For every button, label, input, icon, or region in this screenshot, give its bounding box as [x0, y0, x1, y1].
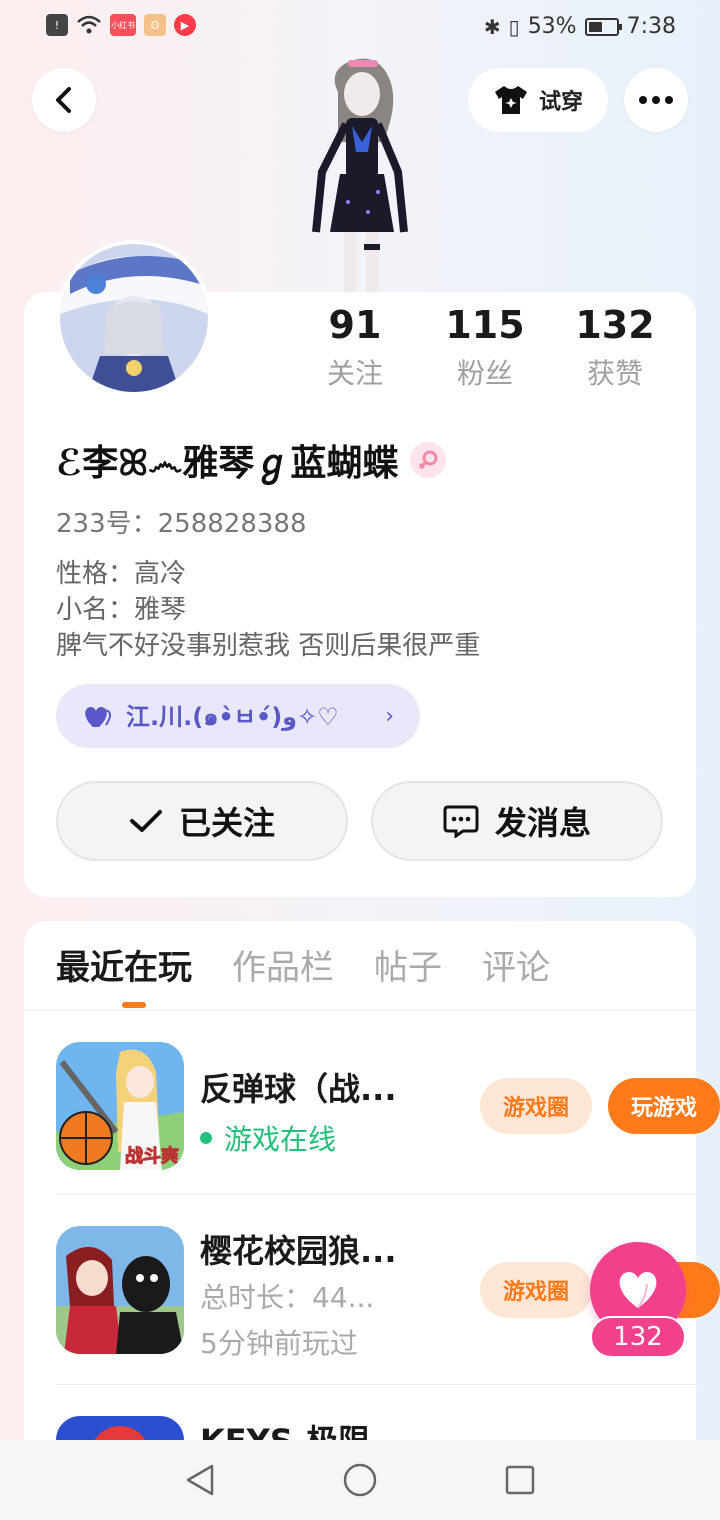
play-duration: 总时长：44... — [200, 1281, 375, 1314]
app-badge-icon: 小红书 — [110, 14, 136, 36]
check-icon — [129, 810, 162, 832]
followed-label: 已关注 — [178, 804, 275, 842]
like-count: 132 — [590, 1316, 686, 1358]
square-recents-icon — [505, 1465, 535, 1495]
tab-works[interactable]: 作品栏 — [232, 940, 334, 1000]
game-item[interactable]: 战斗爽 反弹球（战... 游戏在线 游戏圈 玩游戏 — [56, 1042, 720, 1172]
game-circle-button[interactable]: 游戏圈 — [480, 1262, 592, 1318]
video-icon: ▶ — [174, 14, 196, 36]
bio-line: 脾气不好没事别惹我 否则后果很严重 — [56, 631, 481, 661]
game-icon-caption: 战斗爽 — [125, 1146, 179, 1167]
stat-label: 粉丝 — [456, 357, 513, 390]
stat-value: 132 — [575, 303, 655, 347]
play-game-button[interactable]: 玩游戏 — [608, 1078, 720, 1134]
triangle-back-icon — [186, 1464, 214, 1496]
avatar-image — [60, 244, 208, 392]
nav-back-button[interactable] — [180, 1460, 220, 1500]
game-icon-image: 战斗爽 — [56, 1042, 184, 1170]
battery-percent: 53% — [527, 14, 577, 39]
avatar-character-figure[interactable] — [298, 52, 422, 296]
bio: 性格：高冷 小名：雅琴 脾气不好没事别惹我 否则后果很严重 — [56, 556, 480, 664]
send-message-label: 发消息 — [494, 804, 591, 842]
last-played: 5分钟前玩过 — [200, 1327, 358, 1360]
nav-home-button[interactable] — [340, 1460, 380, 1500]
alert-icon: ! — [46, 14, 68, 36]
app-badge-text: 小红书 — [111, 20, 135, 30]
status-icons-right: ✱ ▯ 53% 7:38 — [484, 14, 676, 39]
game-icon-image — [56, 1226, 184, 1354]
divider — [56, 1384, 696, 1385]
nickname-row: ℰ李ꕤ෴雅琴ℊ蓝蝴蝶 — [56, 434, 447, 486]
game-item[interactable]: KEYS-极限 — [56, 1416, 696, 1440]
tab-posts[interactable]: 帖子 — [374, 940, 442, 1000]
status-bar: ! 小红书 ʘ ▶ ✱ ▯ 53% 7:38 — [0, 0, 720, 56]
stat-value: 115 — [445, 303, 525, 347]
stat-following[interactable]: 91 关注 — [290, 300, 420, 400]
user-id: 233号：258828388 — [56, 509, 307, 539]
try-on-button[interactable]: 试穿 — [468, 68, 608, 132]
avatar[interactable] — [56, 240, 212, 396]
heart-pair-icon — [85, 707, 111, 727]
tab-comments[interactable]: 评论 — [482, 940, 550, 1000]
nickname: ℰ李ꕤ෴雅琴ℊ蓝蝴蝶 — [56, 443, 399, 484]
female-gender-icon — [410, 442, 447, 478]
send-message-button[interactable]: 发消息 — [371, 781, 663, 861]
tshirt-icon — [494, 86, 527, 114]
bluetooth-icon: ✱ — [483, 14, 501, 39]
status-icons-left: ! 小红书 ʘ ▶ — [46, 14, 196, 36]
battery-icon — [584, 17, 622, 36]
game-icon[interactable] — [56, 1226, 184, 1354]
stat-label: 关注 — [326, 357, 383, 390]
game-icon[interactable]: 战斗爽 — [56, 1042, 184, 1170]
vibrate-icon: ▯ — [508, 14, 520, 39]
bio-line: 性格：高冷 — [56, 559, 187, 589]
wifi-icon — [77, 15, 101, 34]
active-tab-indicator — [122, 1002, 146, 1008]
online-dot-icon — [200, 1132, 212, 1144]
bio-line: 小名：雅琴 — [56, 595, 187, 625]
nav-recents-button[interactable] — [500, 1460, 540, 1500]
stat-likes[interactable]: 132 获赞 — [550, 300, 680, 400]
chevron-right-icon: › — [385, 703, 394, 729]
game-title: 反弹球（战... — [200, 1070, 397, 1108]
relation-tag[interactable]: 江.川.(๑•̀ㅂ•́)و✧♡ › — [56, 684, 420, 748]
online-status-text: 游戏在线 — [224, 1123, 337, 1156]
stat-followers[interactable]: 115 粉丝 — [420, 300, 550, 400]
footprint-icon: ʘ — [144, 14, 166, 36]
battery-fill — [588, 21, 603, 32]
stat-value: 91 — [328, 303, 382, 347]
divider — [56, 1194, 696, 1195]
profile-stats: 91 关注 115 粉丝 132 获赞 — [290, 300, 680, 400]
game-title: 樱花校园狼... — [200, 1232, 397, 1270]
back-button[interactable] — [32, 68, 96, 132]
game-icon[interactable] — [56, 1416, 184, 1440]
relation-name: 江.川.(๑•̀ㅂ•́)و✧♡ — [126, 702, 339, 731]
game-title: KEYS-极限 — [200, 1416, 370, 1440]
divider — [24, 1010, 696, 1011]
followed-button[interactable]: 已关注 — [56, 781, 348, 861]
heart-icon — [619, 1272, 657, 1309]
profile-tabs: 最近在玩 作品栏 帖子 评论 — [56, 940, 550, 1000]
system-nav-bar — [0, 1440, 720, 1520]
chat-bubble-icon — [443, 805, 479, 838]
circle-home-icon — [343, 1463, 377, 1497]
tab-recently-played[interactable]: 最近在玩 — [56, 940, 192, 1000]
online-status: 游戏在线 — [200, 1118, 336, 1158]
game-icon-image — [56, 1416, 184, 1440]
clock: 7:38 — [626, 14, 676, 39]
chevron-left-icon — [56, 87, 71, 113]
stat-label: 获赞 — [586, 357, 643, 390]
try-on-label: 试穿 — [538, 90, 583, 115]
more-dots-icon — [639, 96, 673, 104]
more-button[interactable] — [624, 68, 688, 132]
game-circle-button[interactable]: 游戏圈 — [480, 1078, 592, 1134]
